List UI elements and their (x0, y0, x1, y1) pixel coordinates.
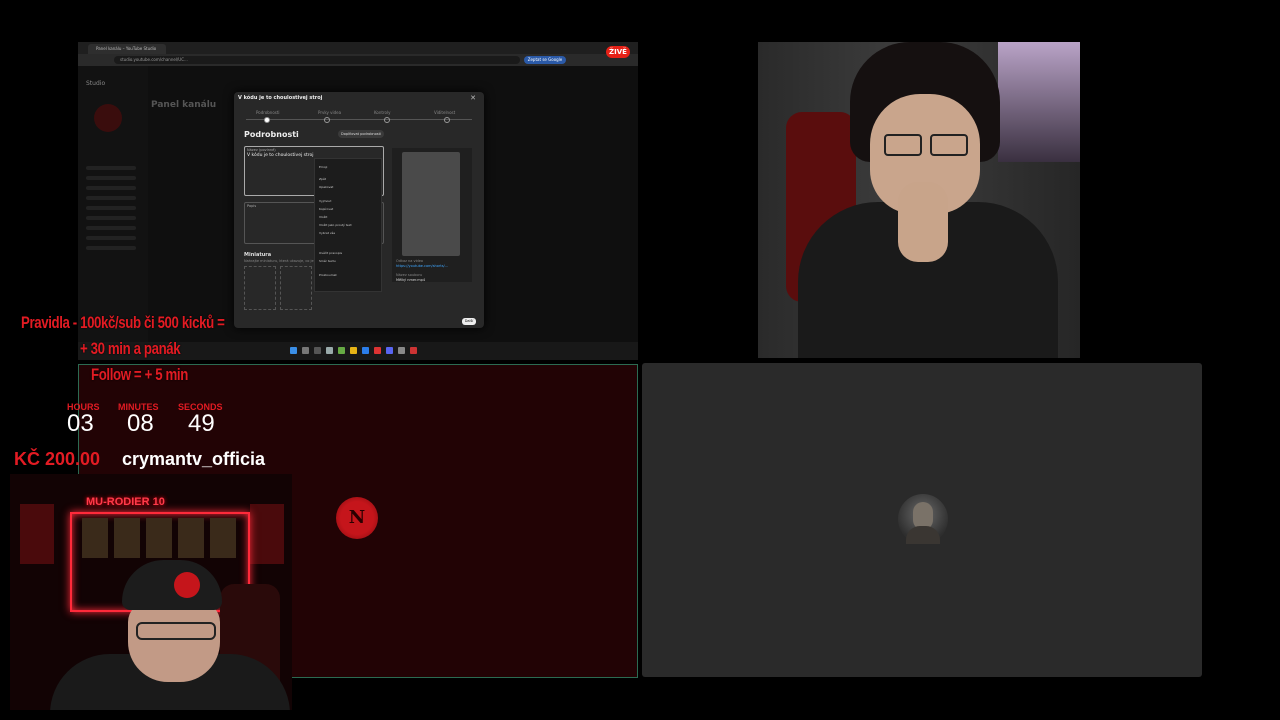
sidebar-item[interactable] (86, 216, 136, 220)
step-visibility[interactable]: Viditelnost (434, 110, 455, 115)
video-link[interactable]: https://youtube.com/shorts/... (396, 264, 448, 268)
details-heading: Podrobnosti (244, 130, 299, 139)
fill-details-button[interactable]: Doplňovat podrobnosti (338, 130, 384, 138)
obs-icon[interactable] (410, 347, 417, 354)
windows-start-icon[interactable] (290, 347, 297, 354)
neon-sign: MU-RODIER 10 (86, 496, 165, 508)
menu-item[interactable]: Vybrat vše (319, 231, 335, 235)
person-avatar-icon (898, 494, 948, 544)
step-dot (324, 117, 330, 123)
menu-item[interactable]: Ověřit pravopis (319, 251, 342, 255)
address-bar: studio.youtube.com/channel/UC... Zeptat … (78, 54, 638, 66)
studio-logo: Studio (86, 80, 106, 87)
menu-item[interactable]: Vyjmout (319, 199, 331, 203)
filename-label: Název souboru (396, 273, 423, 277)
next-button[interactable]: Další (462, 318, 476, 325)
sidebar-item[interactable] (86, 236, 136, 240)
discord-icon[interactable] (386, 347, 393, 354)
menu-item[interactable]: Emoji (319, 165, 327, 169)
live-badge: ŽIVĚ (606, 46, 630, 58)
donor-name: crymantv_officia (122, 449, 266, 469)
video-thumbnail[interactable] (402, 152, 460, 256)
app-icon[interactable] (338, 347, 345, 354)
follow-rule: Follow = + 5 min (91, 365, 188, 384)
chrome-icon[interactable] (374, 347, 381, 354)
menu-item[interactable]: Vložit jako prostý text (319, 223, 352, 227)
step-video-elements[interactable]: Prvky videa (318, 110, 341, 115)
taskview-icon[interactable] (314, 347, 321, 354)
description-label: Popis (247, 204, 257, 208)
step-checks[interactable]: Kontroly (374, 110, 390, 115)
rules-line-2: + 30 min a panák (80, 339, 181, 358)
upload-thumbnail-button[interactable] (244, 266, 276, 310)
sidebar-item[interactable] (86, 206, 136, 210)
context-menu: Emoji Zpět Opakovat Vyjmout Kopírovat Vl… (314, 158, 382, 292)
app-icon[interactable] (398, 347, 405, 354)
menu-item[interactable]: Prozkoumat (319, 273, 337, 277)
donation-amount: KČ 200.00 (14, 449, 101, 469)
folder-icon[interactable] (350, 347, 357, 354)
close-icon[interactable]: ✕ (470, 94, 476, 102)
sidebar-item[interactable] (86, 226, 136, 230)
sidebar-item[interactable] (86, 176, 136, 180)
browser-tab-bar: Panel kanálu – YouTube Studio (78, 42, 638, 54)
search-icon[interactable] (302, 347, 309, 354)
timer-hours: 03 (67, 410, 94, 437)
channel-avatar (94, 104, 122, 132)
webcam-streamer: MU-RODIER 10 (10, 474, 292, 710)
menu-item[interactable]: Kopírovat (319, 207, 333, 211)
dialog-title: V kódu je to choulostivej stroj (238, 95, 323, 101)
browser-tab[interactable]: Panel kanálu – YouTube Studio (88, 44, 166, 54)
settings-icon[interactable] (326, 347, 333, 354)
title-label: Název (povinné) (247, 148, 276, 152)
timer-seconds: 49 (188, 410, 215, 437)
edge-icon[interactable] (362, 347, 369, 354)
rules-line-1: Pravidla - 100kč/sub či 500 kicků = (21, 313, 225, 332)
timer-minutes: 08 (127, 410, 154, 437)
auto-thumbnail-button[interactable] (280, 266, 312, 310)
title-value[interactable]: V kódu je to choulostivej stroj (247, 153, 314, 158)
menu-item[interactable]: Zpět (319, 177, 326, 181)
sidebar-item[interactable] (86, 166, 136, 170)
red-n-logo-icon: N (336, 497, 378, 539)
sidebar-item[interactable] (86, 246, 136, 250)
webcam-guest (758, 42, 1080, 358)
menu-item[interactable]: Opakovat (319, 185, 333, 189)
stepper-line (246, 119, 472, 120)
step-dot (384, 117, 390, 123)
step-dot (444, 117, 450, 123)
sidebar-item[interactable] (86, 196, 136, 200)
url-field[interactable]: studio.youtube.com/channel/UC... (114, 56, 520, 64)
video-link-label: Odkaz na video (396, 259, 424, 263)
sidebar-item[interactable] (86, 186, 136, 190)
menu-item[interactable]: Směr textu (319, 259, 336, 263)
step-dot (264, 117, 270, 123)
panel-title: Panel kanálu (151, 100, 217, 110)
upload-dialog: V kódu je to choulostivej stroj ✕ Podrob… (234, 92, 484, 328)
menu-item[interactable]: Vložit (319, 215, 327, 219)
thumbnail-heading: Miniatura (244, 252, 272, 258)
filename-value: Mělký nmer.mp4 (396, 278, 426, 282)
avatar-letter: N (348, 507, 366, 528)
step-details[interactable]: Podrobnosti (256, 110, 280, 115)
google-button[interactable]: Zeptat se Google (524, 56, 566, 64)
